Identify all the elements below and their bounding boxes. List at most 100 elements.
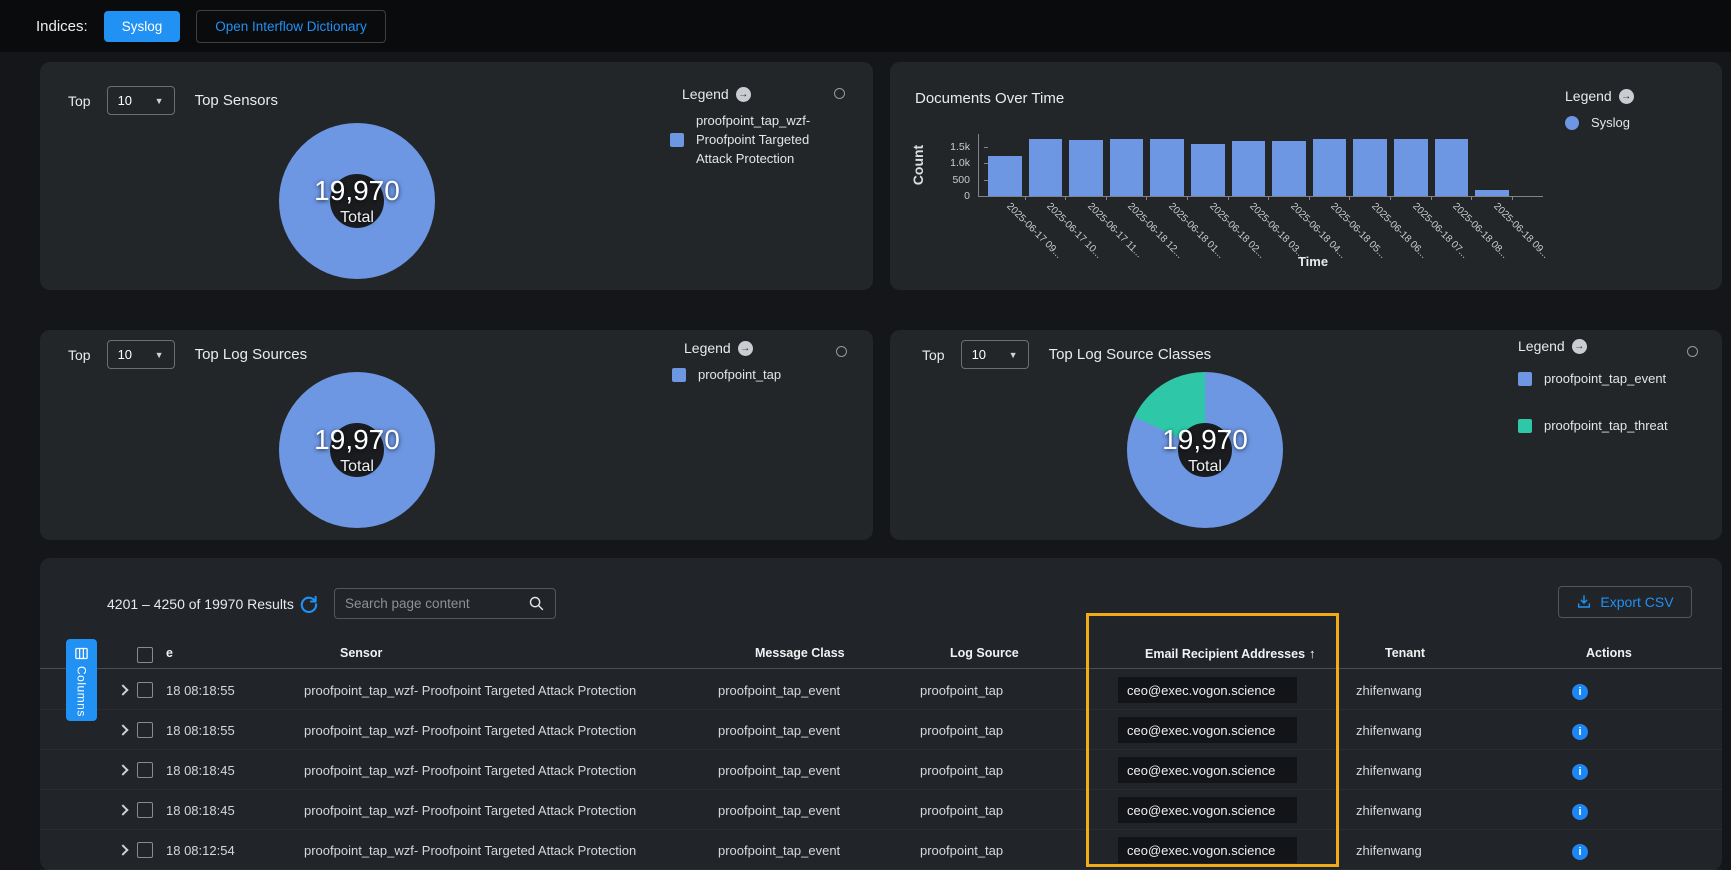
open-interflow-dictionary-button[interactable]: Open Interflow Dictionary — [196, 10, 386, 43]
cell-actions: i — [1572, 722, 1588, 740]
cell-email-text: ceo@exec.vogon.science — [1127, 763, 1275, 778]
cell-actions: i — [1572, 762, 1588, 780]
donut-total-value: 19,970 — [1162, 424, 1248, 456]
legend-item-label: proofpoint_tap — [698, 366, 781, 385]
info-icon[interactable]: i — [1572, 724, 1588, 740]
search-input[interactable] — [345, 596, 522, 611]
cell-time: 18 08:18:45 — [166, 803, 235, 818]
legend-item[interactable]: proofpoint_tap — [672, 366, 781, 385]
cell-message-class: proofpoint_tap_event — [718, 763, 840, 778]
legend-item-label: Syslog — [1591, 114, 1630, 133]
cell-email-box: ceo@exec.vogon.science — [1118, 717, 1297, 743]
legend-title: Legend — [1518, 338, 1565, 354]
donut-total-label: Total — [340, 209, 374, 227]
cell-email-text: ceo@exec.vogon.science — [1127, 683, 1275, 698]
legend-item[interactable]: proofpoint_tap_wzf- Proofpoint Targeted … — [670, 112, 866, 169]
indices-label: Indices: — [36, 18, 88, 35]
legend-swatch-square[interactable] — [672, 368, 686, 382]
top-label: Top — [68, 347, 91, 363]
column-header-tenant[interactable]: Tenant — [1385, 646, 1425, 660]
top-n-select[interactable]: 10 ▼ — [107, 86, 175, 115]
top-sensors-donut-chart[interactable]: 19,970 Total — [279, 123, 435, 279]
legend-swatch-square[interactable] — [1518, 419, 1532, 433]
legend-item[interactable]: Syslog — [1565, 114, 1634, 133]
legend-item-label: proofpoint_tap_wzf- Proofpoint Targeted … — [696, 112, 848, 169]
vogon-data-dashboard: Indices: Syslog Open Interflow Dictionar… — [0, 0, 1731, 870]
column-header-time-partial[interactable]: e — [166, 646, 173, 660]
panel-options-circle[interactable] — [1687, 346, 1698, 357]
donut-total-label: Total — [340, 458, 374, 476]
info-icon[interactable]: i — [1572, 804, 1588, 820]
legend-item-label: proofpoint_tap_threat — [1544, 417, 1668, 436]
panel-top-log-source-classes: Top 10 ▼ Top Log Source Classes 19,970 T… — [890, 330, 1722, 540]
search-icon — [528, 595, 545, 612]
legend-item[interactable]: proofpoint_tap_threat — [1518, 417, 1668, 436]
cell-sensor: proofpoint_tap_wzf- Proofpoint Targeted … — [304, 843, 636, 858]
columns-button[interactable]: Columns — [66, 639, 97, 721]
legend-swatch-circle[interactable] — [1565, 116, 1579, 130]
legend-header[interactable]: Legend → — [684, 340, 781, 356]
top-log-sources-donut-chart[interactable]: 19,970 Total — [279, 372, 435, 528]
info-icon[interactable]: i — [1572, 844, 1588, 860]
top-n-value: 10 — [118, 347, 132, 362]
top-n-select[interactable]: 10 ▼ — [961, 340, 1029, 369]
top-n-controls: Top 10 ▼ Top Sensors — [68, 86, 278, 115]
cell-log-source: proofpoint_tap — [920, 723, 1003, 738]
row-checkbox[interactable] — [137, 682, 153, 698]
cell-sensor: proofpoint_tap_wzf- Proofpoint Targeted … — [304, 763, 636, 778]
column-header-message-class[interactable]: Message Class — [755, 646, 845, 660]
cell-sensor: proofpoint_tap_wzf- Proofpoint Targeted … — [304, 683, 636, 698]
cell-time: 18 08:18:45 — [166, 763, 235, 778]
cell-time: 18 08:12:54 — [166, 843, 235, 858]
top-n-controls: Top 10 ▼ Top Log Sources — [68, 340, 307, 369]
cell-email-text: ceo@exec.vogon.science — [1127, 723, 1275, 738]
expand-row-chevron-icon[interactable] — [117, 684, 128, 695]
info-icon[interactable]: i — [1572, 764, 1588, 780]
select-all-checkbox[interactable] — [137, 647, 153, 663]
table-body: 18 08:18:55proofpoint_tap_wzf- Proofpoin… — [40, 670, 1722, 870]
info-icon[interactable]: i — [1572, 684, 1588, 700]
row-checkbox[interactable] — [137, 722, 153, 738]
expand-row-chevron-icon[interactable] — [117, 804, 128, 815]
cell-email-text: ceo@exec.vogon.science — [1127, 803, 1275, 818]
cell-actions: i — [1572, 842, 1588, 860]
cell-actions: i — [1572, 802, 1588, 820]
cell-message-class: proofpoint_tap_event — [718, 723, 840, 738]
row-checkbox[interactable] — [137, 802, 153, 818]
column-header-log-source[interactable]: Log Source — [950, 646, 1019, 660]
chart-legend: Legend → Syslog — [1565, 88, 1634, 133]
chart-legend: Legend → proofpoint_tap_event proofpoint_… — [1518, 338, 1668, 436]
legend-header[interactable]: Legend → — [1518, 338, 1668, 354]
expand-row-chevron-icon[interactable] — [117, 764, 128, 775]
legend-title: Legend — [684, 340, 731, 356]
column-header-sensor[interactable]: Sensor — [340, 646, 382, 660]
legend-item[interactable]: proofpoint_tap_event — [1518, 370, 1668, 389]
panel-options-circle[interactable] — [834, 88, 845, 99]
row-checkbox[interactable] — [137, 762, 153, 778]
top-log-source-classes-donut-chart[interactable]: 19,970 Total — [1127, 372, 1283, 528]
cell-message-class: proofpoint_tap_event — [718, 803, 840, 818]
cell-email-box: ceo@exec.vogon.science — [1118, 677, 1297, 703]
panel-options-circle[interactable] — [836, 346, 847, 357]
table-row: 18 08:18:45 proofpoint_tap_wzf- Proofpoin… — [40, 750, 1722, 790]
top-n-select[interactable]: 10 ▼ — [107, 340, 175, 369]
legend-header[interactable]: Legend → — [1565, 88, 1634, 104]
search-box[interactable] — [334, 588, 556, 619]
columns-button-label: Columns — [75, 666, 89, 717]
syslog-index-button[interactable]: Syslog — [104, 11, 181, 42]
cell-sensor: proofpoint_tap_wzf- Proofpoint Targeted … — [304, 723, 636, 738]
panel-title: Top Log Source Classes — [1049, 346, 1212, 363]
expand-row-chevron-icon[interactable] — [117, 724, 128, 735]
row-checkbox[interactable] — [137, 842, 153, 858]
legend-swatch-square[interactable] — [670, 133, 684, 147]
expand-row-chevron-icon[interactable] — [117, 844, 128, 855]
email-header-label: Email Recipient Addresses — [1145, 647, 1305, 661]
legend-swatch-square[interactable] — [1518, 372, 1532, 386]
export-csv-label: Export CSV — [1600, 594, 1673, 610]
export-csv-button[interactable]: Export CSV — [1558, 586, 1692, 618]
legend-expand-arrow-icon: → — [1619, 89, 1634, 104]
column-header-email-recipient-addresses[interactable]: Email Recipient Addresses↑ — [1145, 646, 1316, 661]
top-n-value: 10 — [972, 347, 986, 362]
refresh-icon — [299, 594, 318, 613]
refresh-button[interactable] — [298, 594, 318, 614]
